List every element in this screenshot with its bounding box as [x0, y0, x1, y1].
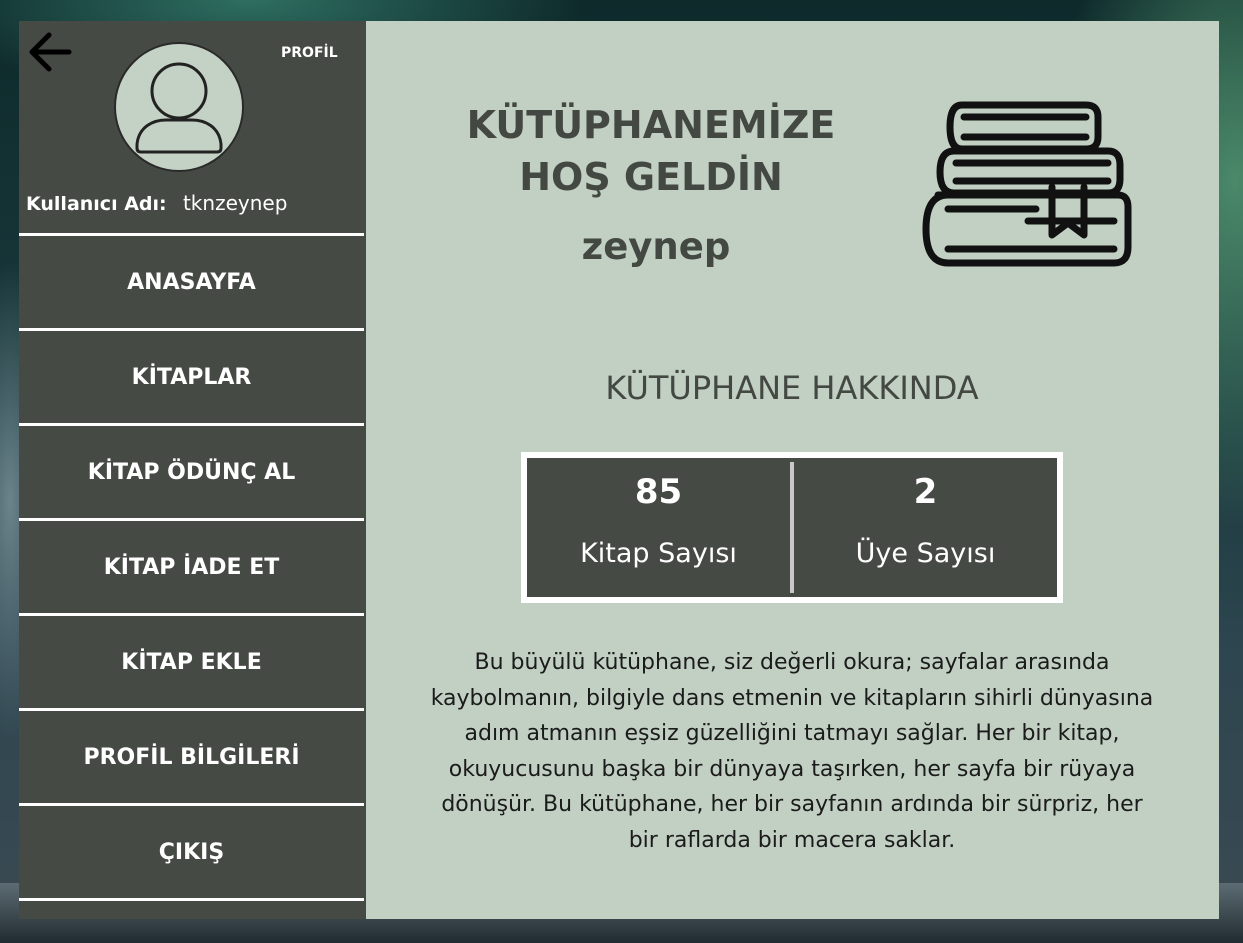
sidebar: PROFİL Kullanıcı Adı: tknzeynep ANASAYFA… [19, 21, 366, 919]
username-row: Kullanıcı Adı: tknzeynep [26, 191, 287, 215]
nav-kitaplar[interactable]: KİTAPLAR [19, 328, 364, 423]
nav-cikis[interactable]: ÇIKIŞ [19, 803, 364, 901]
welcome-line-1: KÜTÜPHANEMİZE [466, 103, 836, 147]
username-label: Kullanıcı Adı: [26, 193, 167, 215]
username-value: tknzeynep [182, 191, 288, 215]
description-line: adım atmanın eşsiz güzelliğini tatmayı s… [464, 721, 1120, 746]
sidebar-nav: ANASAYFA KİTAPLAR KİTAP ÖDÜNÇ AL KİTAP İ… [19, 233, 364, 901]
nav-kitap-ekle[interactable]: KİTAP EKLE [19, 613, 364, 708]
nav-kitap-iade-et[interactable]: KİTAP İADE ET [19, 518, 364, 613]
user-avatar-icon [114, 42, 244, 172]
stats-panel: 85 Kitap Sayısı 2 Üye Sayısı [521, 452, 1063, 603]
welcome-username: zeynep [581, 225, 731, 268]
nav-profil-bilgileri[interactable]: PROFİL BİLGİLERİ [19, 708, 364, 803]
description-line: Bu büyülü kütüphane, siz değerli okura; … [474, 650, 1110, 675]
description-line: kaybolmanın, bilgiyle dans etmenin ve ki… [430, 685, 1154, 711]
description-line: okuyucusunu başka bir dünyaya taşırken, … [448, 756, 1136, 782]
main-panel: KÜTÜPHANEMİZE HOŞ GELDİN zeynep KÜTÜPHAN… [366, 21, 1219, 919]
nav-anasayfa[interactable]: ANASAYFA [19, 233, 364, 328]
book-count-label: Kitap Sayısı [580, 538, 737, 569]
description-line: dönüşür. Bu kütüphane, her bir sayfanın … [441, 792, 1143, 817]
profile-label: PROFİL [281, 45, 338, 61]
welcome-line-2: HOŞ GELDİN [519, 155, 783, 199]
nav-kitap-odunc-al[interactable]: KİTAP ÖDÜNÇ AL [19, 423, 364, 518]
book-count-value: 85 [634, 472, 683, 512]
description-line: bir raflarda bir macera saklar. [628, 827, 956, 853]
stat-member-count: 2 Üye Sayısı [794, 458, 1057, 597]
library-description: Bu büyülü kütüphane, siz değerli okura; … [394, 645, 1190, 858]
about-title: KÜTÜPHANE HAKKINDA [605, 369, 979, 407]
stat-book-count: 85 Kitap Sayısı [527, 458, 790, 597]
member-count-value: 2 [913, 472, 938, 512]
member-count-label: Üye Sayısı [855, 538, 996, 569]
welcome-heading: KÜTÜPHANEMİZE HOŞ GELDİN [426, 99, 876, 203]
books-stack-icon [922, 101, 1132, 267]
arrow-left-icon[interactable] [25, 27, 75, 77]
